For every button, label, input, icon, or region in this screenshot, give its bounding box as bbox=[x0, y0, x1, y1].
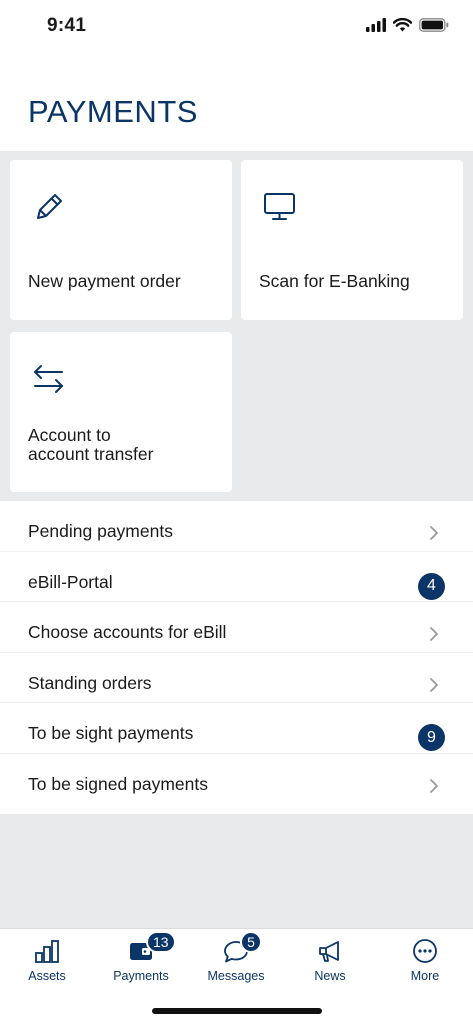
chevron-right-icon bbox=[430, 526, 438, 540]
tab-label: Payments bbox=[113, 969, 169, 983]
list-item-standing-orders[interactable]: Standing orders bbox=[0, 653, 473, 703]
status-bar: 9:41 bbox=[0, 0, 473, 54]
messages-count-badge: 5 bbox=[240, 931, 262, 953]
new-payment-order-tile[interactable]: New payment order bbox=[10, 160, 232, 320]
tile-label-line1: Account to bbox=[28, 425, 111, 445]
wifi-icon bbox=[393, 18, 412, 32]
tile-label: New payment order bbox=[28, 271, 181, 291]
chevron-right-icon bbox=[430, 778, 438, 793]
status-icons bbox=[366, 18, 449, 32]
list-item-label: Standing orders bbox=[28, 672, 152, 693]
tab-payments[interactable]: 13 Payments bbox=[94, 929, 188, 999]
count-badge: 4 bbox=[418, 572, 445, 600]
account-to-account-transfer-tile[interactable]: Account to account transfer bbox=[10, 332, 232, 492]
tab-assets[interactable]: Assets bbox=[0, 929, 94, 999]
list-item-ebill-portal[interactable]: eBill-Portal 4 bbox=[0, 552, 473, 602]
tab-news[interactable]: News bbox=[283, 929, 377, 999]
chevron-right-icon bbox=[430, 627, 438, 641]
scan-for-ebanking-tile[interactable]: Scan for E-Banking bbox=[241, 160, 463, 320]
tile-label: Scan for E-Banking bbox=[259, 271, 410, 291]
bar-chart-icon bbox=[35, 940, 59, 963]
page-title: PAYMENTS bbox=[28, 94, 198, 129]
tab-label: More bbox=[410, 969, 440, 983]
battery-icon bbox=[419, 18, 449, 32]
home-indicator bbox=[152, 1008, 322, 1014]
more-dots-icon bbox=[413, 939, 437, 963]
pencil-icon bbox=[37, 194, 62, 219]
list-item-pending-payments[interactable]: Pending payments bbox=[0, 501, 473, 552]
monitor-icon bbox=[264, 193, 295, 220]
tab-more[interactable]: More bbox=[378, 929, 472, 999]
tab-label: Messages bbox=[207, 969, 265, 983]
signal-icon bbox=[366, 18, 386, 32]
tab-messages[interactable]: 5 Messages bbox=[189, 929, 283, 999]
list-item-label: To be sight payments bbox=[28, 723, 194, 743]
list-item-label: To be signed payments bbox=[28, 773, 208, 794]
tab-label: Assets bbox=[28, 969, 66, 983]
count-badge: 9 bbox=[418, 724, 445, 751]
list-item-label: eBill-Portal bbox=[28, 571, 113, 592]
tab-label: News bbox=[314, 969, 346, 983]
chevron-right-icon bbox=[430, 677, 438, 692]
list-item-label: Pending payments bbox=[28, 521, 173, 541]
payments-list: Pending payments eBill-Portal 4 Choose a… bbox=[0, 501, 473, 814]
tile-label-line2: account transfer bbox=[28, 444, 154, 464]
status-time: 9:41 bbox=[47, 15, 87, 36]
payments-count-badge: 13 bbox=[146, 931, 176, 953]
megaphone-icon bbox=[319, 941, 339, 962]
transfer-arrows-icon bbox=[34, 365, 63, 393]
list-item-label: Choose accounts for eBill bbox=[28, 622, 227, 642]
list-item-choose-accounts-ebill[interactable]: Choose accounts for eBill bbox=[0, 602, 473, 653]
list-item-to-be-sight-payments[interactable]: To be sight payments 9 bbox=[0, 703, 473, 754]
list-item-to-be-signed-payments[interactable]: To be signed payments bbox=[0, 754, 473, 814]
